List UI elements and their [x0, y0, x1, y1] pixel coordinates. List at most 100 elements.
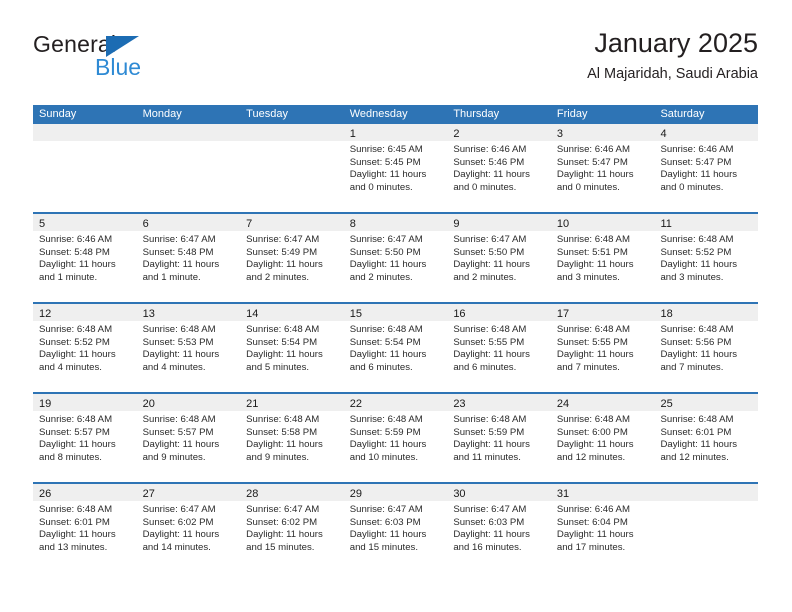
- sunset-text: Sunset: 5:45 PM: [349, 156, 421, 168]
- weekday-header-thursday: Thursday: [453, 108, 500, 120]
- daylight-text-line1: Daylight: 11 hours: [349, 169, 427, 181]
- day-details: Sunrise: 6:46 AM Sunset: 5:48 PM Daylight:…: [33, 231, 137, 284]
- day-cell[interactable]: 29 Sunrise: 6:47 AM Sunset: 6:03 PM Dayligh…: [343, 484, 448, 572]
- day-number-band: [654, 484, 759, 501]
- day-number-band: 1: [343, 124, 448, 141]
- sunset-text: Sunset: 5:52 PM: [39, 336, 110, 348]
- daylight-text-line2: and 6 minutes.: [453, 361, 517, 373]
- sunrise-text: Sunrise: 6:47 AM: [142, 234, 216, 245]
- day-cell[interactable]: 26 Sunrise: 6:48 AM Sunset: 6:01 PM Dayligh…: [33, 484, 137, 572]
- daylight-text-line2: and 13 minutes.: [39, 541, 108, 553]
- day-cell[interactable]: 20 Sunrise: 6:48 AM Sunset: 5:57 PM Dayligh…: [136, 394, 241, 482]
- day-cell[interactable]: 2 Sunrise: 6:46 AM Sunset: 5:46 PM Daylight…: [447, 124, 551, 212]
- sunset-text: Sunset: 5:54 PM: [349, 336, 421, 348]
- day-cell[interactable]: 1 Sunrise: 6:45 AM Sunset: 5:45 PM Daylight…: [343, 124, 448, 212]
- sunrise-text: Sunrise: 6:48 AM: [660, 234, 734, 245]
- day-cell[interactable]: 19 Sunrise: 6:48 AM Sunset: 5:57 PM Dayligh…: [33, 394, 137, 482]
- sunset-text: Sunset: 5:52 PM: [660, 246, 732, 258]
- daylight-text-line2: and 16 minutes.: [453, 541, 522, 553]
- day-cell[interactable]: 22 Sunrise: 6:48 AM Sunset: 5:59 PM Dayligh…: [343, 394, 448, 482]
- day-details: Sunrise: 6:48 AM Sunset: 5:52 PM Daylight:…: [654, 231, 758, 284]
- day-cell[interactable]: 17 Sunrise: 6:48 AM Sunset: 5:55 PM Dayligh…: [550, 304, 655, 392]
- weekday-header-tuesday: Tuesday: [246, 108, 288, 120]
- day-number-band: 5: [33, 214, 137, 231]
- day-number-band: 16: [447, 304, 551, 321]
- day-details: Sunrise: 6:47 AM Sunset: 6:03 PM Daylight:…: [344, 501, 448, 554]
- day-number-band: 7: [240, 214, 344, 231]
- daylight-text-line2: and 9 minutes.: [246, 451, 310, 463]
- day-number-band: 13: [136, 304, 241, 321]
- daylight-text-line2: and 14 minutes.: [142, 541, 211, 553]
- sunset-text: Sunset: 5:49 PM: [246, 246, 318, 258]
- day-number-band: 18: [654, 304, 759, 321]
- sunrise-text: Sunrise: 6:48 AM: [556, 234, 630, 245]
- day-cell[interactable]: 7 Sunrise: 6:47 AM Sunset: 5:49 PM Daylight…: [240, 214, 344, 302]
- day-details: Sunrise: 6:48 AM Sunset: 5:58 PM Daylight:…: [240, 411, 344, 464]
- day-details: Sunrise: 6:45 AM Sunset: 5:45 PM Daylight:…: [344, 141, 448, 194]
- day-cell[interactable]: 4 Sunrise: 6:46 AM Sunset: 5:47 PM Daylight…: [654, 124, 759, 212]
- day-cell[interactable]: 15 Sunrise: 6:48 AM Sunset: 5:54 PM Dayligh…: [343, 304, 448, 392]
- day-cell[interactable]: 9 Sunrise: 6:47 AM Sunset: 5:50 PM Daylight…: [447, 214, 551, 302]
- day-number: 5: [39, 218, 46, 230]
- day-number-band: 29: [343, 484, 448, 501]
- page-header: General Blue January 2025 Al Majaridah, …: [33, 28, 758, 94]
- sunrise-text: Sunrise: 6:47 AM: [349, 234, 423, 245]
- day-number-band: 31: [550, 484, 655, 501]
- daylight-text-line1: Daylight: 11 hours: [453, 259, 530, 271]
- day-number: 4: [660, 128, 667, 140]
- day-cell[interactable]: 21 Sunrise: 6:48 AM Sunset: 5:58 PM Dayligh…: [240, 394, 344, 482]
- day-number-band: 4: [654, 124, 759, 141]
- day-details: Sunrise: 6:47 AM Sunset: 6:02 PM Daylight:…: [240, 501, 344, 554]
- daylight-text-line2: and 9 minutes.: [142, 451, 206, 463]
- day-cell[interactable]: 27 Sunrise: 6:47 AM Sunset: 6:02 PM Dayligh…: [136, 484, 241, 572]
- day-cell[interactable]: 30 Sunrise: 6:47 AM Sunset: 6:03 PM Dayligh…: [447, 484, 551, 572]
- day-cell[interactable]: 24 Sunrise: 6:48 AM Sunset: 6:00 PM Dayligh…: [550, 394, 655, 482]
- day-cell[interactable]: 10 Sunrise: 6:48 AM Sunset: 5:51 PM Dayligh…: [550, 214, 655, 302]
- sunrise-text: Sunrise: 6:48 AM: [453, 414, 527, 425]
- day-number: 1: [349, 128, 356, 140]
- page-title: January 2025: [594, 28, 758, 58]
- day-number: 31: [556, 488, 570, 500]
- day-number-band: 14: [240, 304, 344, 321]
- daylight-text-line1: Daylight: 11 hours: [660, 169, 738, 181]
- day-details: Sunrise: 6:48 AM Sunset: 5:57 PM Daylight:…: [33, 411, 137, 464]
- day-cell[interactable]: 6 Sunrise: 6:47 AM Sunset: 5:48 PM Daylight…: [136, 214, 241, 302]
- day-cell[interactable]: 16 Sunrise: 6:48 AM Sunset: 5:55 PM Dayligh…: [447, 304, 551, 392]
- sunrise-text: Sunrise: 6:47 AM: [246, 504, 320, 515]
- day-cell[interactable]: 28 Sunrise: 6:47 AM Sunset: 6:02 PM Dayligh…: [240, 484, 344, 572]
- day-details: Sunrise: 6:48 AM Sunset: 5:55 PM Daylight:…: [551, 321, 655, 374]
- day-number: 9: [453, 218, 460, 230]
- sunrise-text: Sunrise: 6:46 AM: [39, 234, 113, 245]
- day-cell[interactable]: 31 Sunrise: 6:46 AM Sunset: 6:04 PM Dayligh…: [550, 484, 655, 572]
- daylight-text-line1: Daylight: 11 hours: [39, 349, 116, 361]
- sunset-text: Sunset: 6:03 PM: [453, 516, 525, 528]
- daylight-text-line2: and 3 minutes.: [556, 271, 620, 283]
- day-number: 28: [246, 488, 259, 500]
- day-cell[interactable]: 23 Sunrise: 6:48 AM Sunset: 5:59 PM Dayligh…: [447, 394, 551, 482]
- day-cell[interactable]: 5 Sunrise: 6:46 AM Sunset: 5:48 PM Daylight…: [33, 214, 137, 302]
- day-number-band: 20: [136, 394, 241, 411]
- day-details: Sunrise: 6:46 AM Sunset: 5:47 PM Daylight:…: [654, 141, 758, 194]
- day-cell[interactable]: 14 Sunrise: 6:48 AM Sunset: 5:54 PM Dayligh…: [240, 304, 344, 392]
- weekday-header-sunday: Sunday: [39, 108, 77, 120]
- day-number: 19: [39, 398, 52, 410]
- sunset-text: Sunset: 5:59 PM: [349, 426, 421, 438]
- day-cell[interactable]: 25 Sunrise: 6:48 AM Sunset: 6:01 PM Dayligh…: [654, 394, 759, 482]
- day-number-band: 21: [240, 394, 344, 411]
- daylight-text-line1: Daylight: 11 hours: [556, 439, 634, 451]
- day-cell[interactable]: 18 Sunrise: 6:48 AM Sunset: 5:56 PM Dayligh…: [654, 304, 759, 392]
- day-cell[interactable]: 12 Sunrise: 6:48 AM Sunset: 5:52 PM Dayligh…: [33, 304, 137, 392]
- day-details: Sunrise: 6:48 AM Sunset: 5:59 PM Daylight:…: [447, 411, 551, 464]
- day-cell[interactable]: 8 Sunrise: 6:47 AM Sunset: 5:50 PM Daylight…: [343, 214, 448, 302]
- sunset-text: Sunset: 6:01 PM: [39, 516, 110, 528]
- day-number: 11: [660, 218, 672, 230]
- day-number: 15: [349, 308, 362, 320]
- day-cell[interactable]: 11 Sunrise: 6:48 AM Sunset: 5:52 PM Dayligh…: [654, 214, 759, 302]
- daylight-text-line1: Daylight: 11 hours: [660, 439, 738, 451]
- day-cell[interactable]: 3 Sunrise: 6:46 AM Sunset: 5:47 PM Daylight…: [550, 124, 655, 212]
- day-details: Sunrise: 6:46 AM Sunset: 5:46 PM Daylight:…: [447, 141, 551, 194]
- day-cell[interactable]: 13 Sunrise: 6:48 AM Sunset: 5:53 PM Dayligh…: [136, 304, 241, 392]
- sunset-text: Sunset: 5:48 PM: [142, 246, 214, 258]
- day-number-band: 11: [654, 214, 759, 231]
- sunset-text: Sunset: 5:57 PM: [39, 426, 110, 438]
